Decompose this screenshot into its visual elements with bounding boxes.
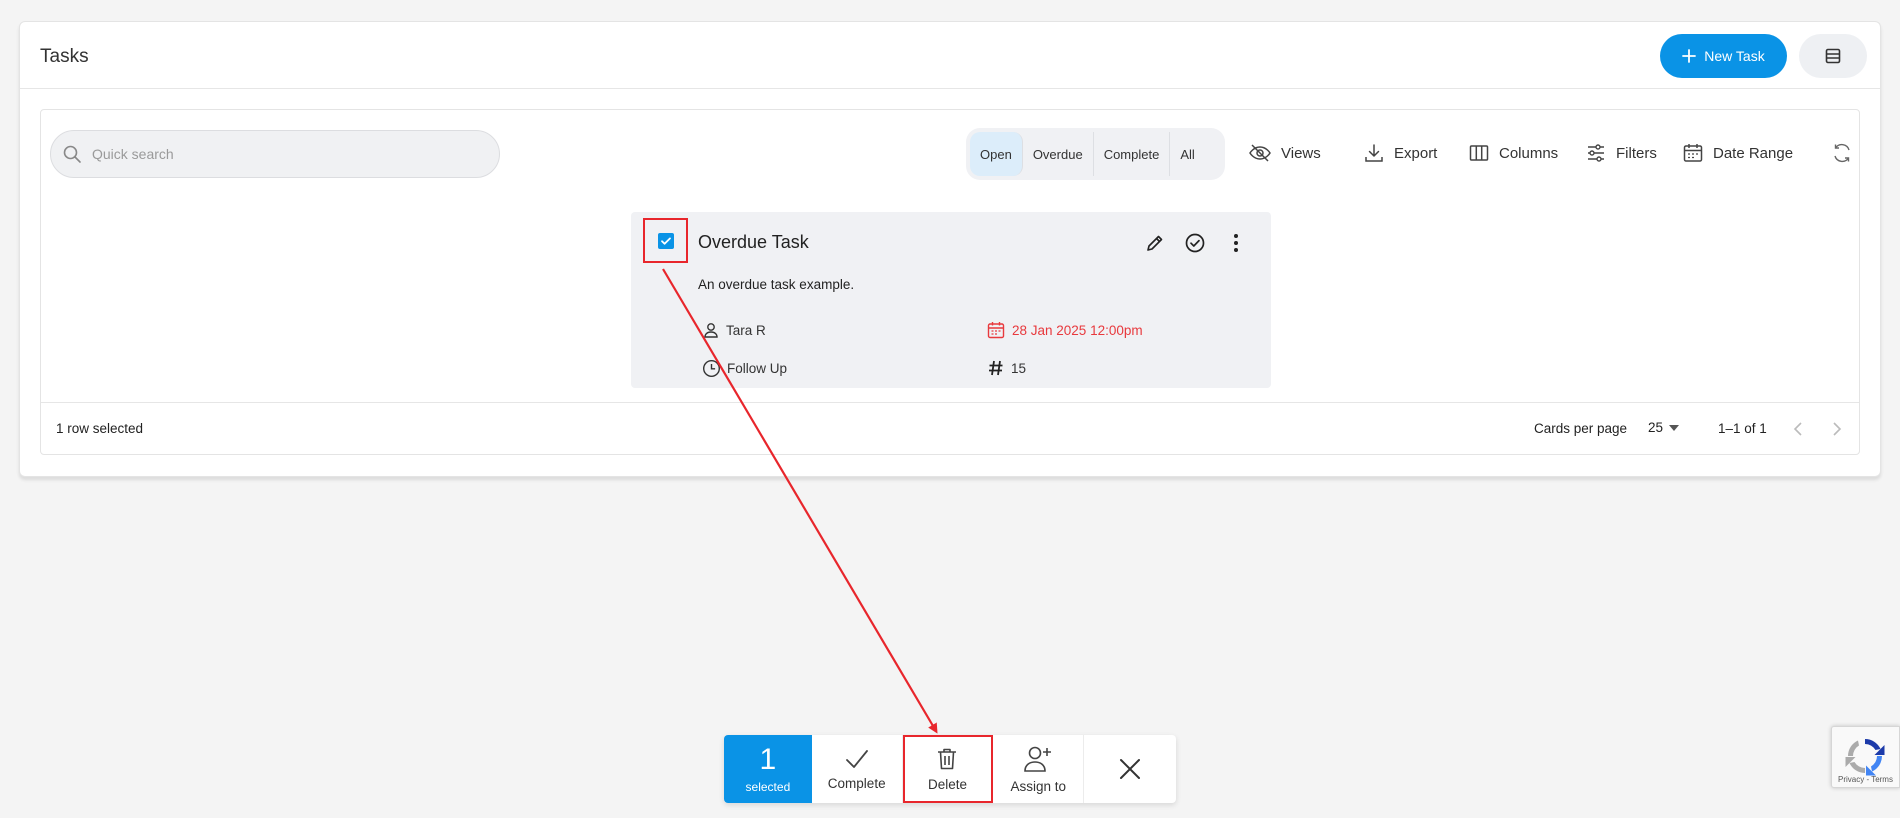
new-task-label: New Task [1704, 48, 1765, 64]
layout-toggle-button[interactable] [1799, 34, 1867, 78]
panel-header: Tasks New Task [20, 22, 1880, 89]
page-title: Tasks [40, 46, 89, 67]
task-number-text: 15 [1011, 360, 1027, 376]
search-input[interactable]: Quick search [50, 130, 500, 178]
more-options-button[interactable] [1224, 231, 1248, 255]
list-layout-icon [1824, 47, 1842, 65]
recaptcha-badge[interactable]: Privacy - Terms [1831, 726, 1900, 788]
clock-icon [702, 359, 721, 378]
selected-count-badge: 1 selected [724, 735, 812, 803]
chevron-right-icon [1832, 422, 1842, 436]
chevron-left-icon [1793, 422, 1803, 436]
close-icon [1119, 758, 1141, 780]
bulk-delete-label: Delete [927, 776, 967, 792]
check-circle-icon [1184, 232, 1206, 254]
columns-icon [1468, 142, 1490, 164]
sliders-icon [1585, 142, 1607, 164]
list-footer: 1 row selected Cards per page 25 1–1 of … [41, 402, 1859, 455]
cards-per-page-value: 25 [1648, 420, 1664, 435]
task-assignee: Tara R [702, 321, 766, 339]
eye-off-icon [1248, 141, 1272, 165]
task-type-text: Follow Up [727, 361, 788, 376]
cards-per-page-label: Cards per page [1534, 421, 1628, 436]
bulk-delete-button[interactable]: Delete [902, 735, 994, 803]
bulk-assign-label: Assign to [1010, 778, 1067, 794]
plus-icon [1682, 49, 1697, 63]
cards-per-page-select[interactable]: 25 [1648, 420, 1680, 435]
tab-overdue[interactable]: Overdue [1023, 132, 1094, 176]
task-number: 15 [987, 359, 1026, 377]
assignee-name: Tara R [726, 322, 766, 338]
export-button[interactable]: Export [1363, 140, 1437, 166]
pagination-range: 1–1 of 1 [1718, 421, 1767, 436]
refresh-icon [1831, 142, 1853, 164]
caret-down-icon [1669, 424, 1680, 431]
person-add-icon [1023, 745, 1053, 773]
task-select-checkbox[interactable] [643, 218, 688, 263]
previous-page-button[interactable] [1786, 417, 1810, 441]
selected-label: selected [745, 780, 791, 794]
checkbox-checked-icon [657, 232, 674, 249]
bulk-complete-button[interactable]: Complete [812, 735, 903, 803]
pencil-icon [1145, 233, 1165, 253]
task-due-date: 28 Jan 2025 12:00pm [986, 320, 1143, 340]
tasks-panel: Tasks New Task Quick search Open Overdue… [19, 21, 1881, 477]
check-icon [844, 748, 870, 770]
bulk-assign-button[interactable]: Assign to [993, 735, 1085, 803]
date-range-label: Date Range [1713, 144, 1794, 162]
edit-task-button[interactable] [1143, 231, 1167, 255]
date-range-button[interactable]: Date Range [1682, 140, 1793, 166]
tab-complete[interactable]: Complete [1094, 132, 1171, 176]
next-page-button[interactable] [1825, 417, 1849, 441]
more-vertical-icon [1233, 233, 1239, 253]
recaptcha-icon [1838, 735, 1892, 777]
recaptcha-text[interactable]: Privacy - Terms [1838, 775, 1893, 784]
tab-all[interactable]: All [1170, 132, 1204, 176]
task-description: An overdue task example. [698, 277, 855, 292]
hash-icon [987, 359, 1005, 377]
columns-button[interactable]: Columns [1468, 140, 1558, 166]
calendar-icon [1682, 142, 1704, 164]
views-label: Views [1281, 144, 1321, 162]
views-button[interactable]: Views [1248, 140, 1321, 166]
due-date-text: 28 Jan 2025 12:00pm [1012, 322, 1143, 338]
new-task-button[interactable]: New Task [1660, 34, 1787, 78]
status-filter-group: Open Overdue Complete All [966, 128, 1225, 180]
search-placeholder: Quick search [92, 146, 174, 162]
export-label: Export [1394, 144, 1438, 162]
complete-task-button[interactable] [1183, 231, 1207, 255]
bulk-complete-label: Complete [827, 775, 886, 791]
download-icon [1363, 142, 1385, 164]
task-card[interactable]: Overdue Task An overdue task example. Ta… [631, 212, 1271, 388]
clear-selection-button[interactable] [1084, 735, 1176, 803]
refresh-button[interactable] [1831, 140, 1853, 166]
filters-label: Filters [1616, 144, 1657, 162]
person-icon [702, 321, 720, 339]
bulk-action-bar: 1 selected Complete Delete Assign to [724, 735, 1176, 803]
calendar-icon [986, 320, 1006, 340]
selected-count: 1 [759, 743, 777, 776]
columns-label: Columns [1499, 144, 1559, 162]
task-title: Overdue Task [698, 232, 809, 252]
tab-open[interactable]: Open [970, 132, 1023, 176]
task-type: Follow Up [702, 359, 787, 378]
task-list-container: Quick search Open Overdue Complete All V… [40, 109, 1860, 455]
trash-icon [936, 747, 958, 771]
filters-button[interactable]: Filters [1585, 140, 1657, 166]
search-icon [62, 144, 82, 164]
selection-status: 1 row selected [56, 421, 144, 436]
